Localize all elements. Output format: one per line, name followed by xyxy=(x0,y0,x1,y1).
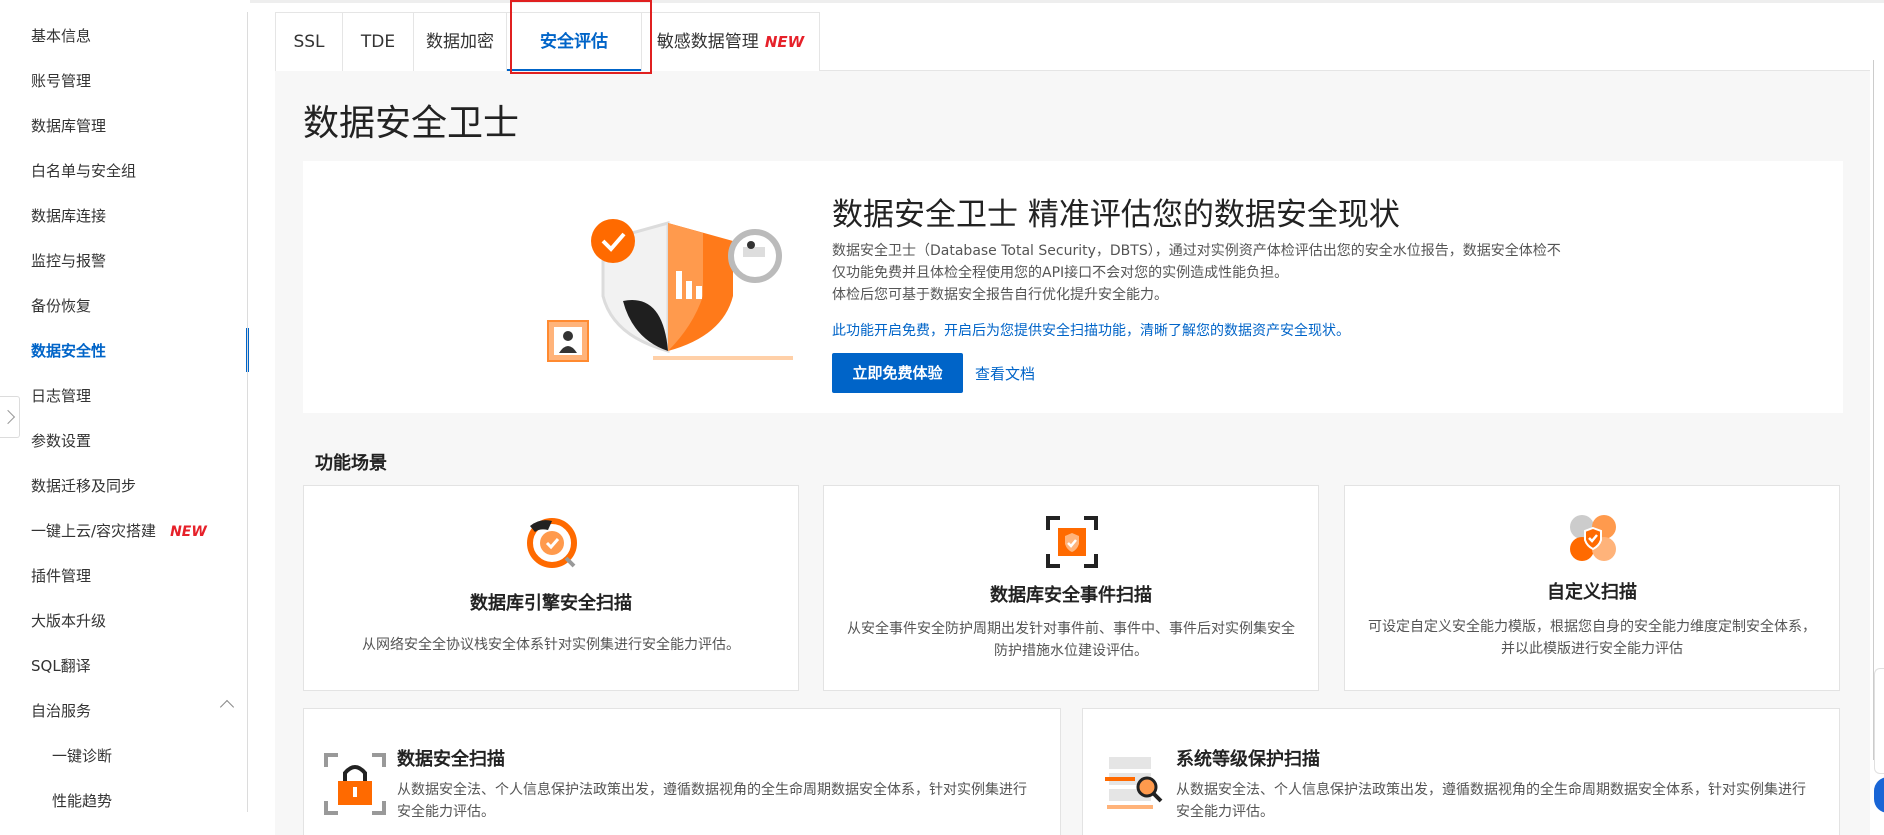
security-shield-illustration xyxy=(547,219,793,362)
tab-active-underline xyxy=(507,69,641,71)
hero-description-line: 体检后您可基于数据安全报告自行优化提升安全能力。 xyxy=(832,287,1168,303)
card-title: 数据库安全事件扫描 xyxy=(990,585,1152,606)
hero-title: 数据安全卫士 精准评估您的数据安全现状 xyxy=(832,197,1400,233)
new-badge: NEW xyxy=(764,33,805,51)
tab-security-assessment[interactable]: 安全评估 xyxy=(506,12,642,71)
card-title: 自定义扫描 xyxy=(1547,582,1637,603)
card-description: 从网络安全全协议栈安全体系针对实例集进行安全能力评估。 xyxy=(362,637,740,653)
sidebar-item-cloud-migration[interactable]: 一键上云/容灾搭建 NEW xyxy=(31,516,207,546)
tab-ssl[interactable]: SSL xyxy=(275,12,343,71)
card-description: 从安全事件安全防护周期出发针对事件前、事件中、事件后对实例集安全防护措施水位建设… xyxy=(847,621,1295,659)
floating-help-widget[interactable] xyxy=(1874,668,1884,774)
section-title: 功能场景 xyxy=(315,453,387,474)
sidebar-item-label: 一键上云/容灾搭建 xyxy=(31,522,157,540)
sidebar-item-plugins[interactable]: 插件管理 xyxy=(31,561,91,591)
tab-label: 安全评估 xyxy=(540,32,608,52)
sidebar-item-migration[interactable]: 数据迁移及同步 xyxy=(31,471,136,501)
sidebar-item-logs[interactable]: 日志管理 xyxy=(31,381,91,411)
page-title: 数据安全卫士 xyxy=(303,103,520,144)
sidebar-item-upgrade[interactable]: 大版本升级 xyxy=(31,606,106,636)
sidebar-divider xyxy=(247,12,248,812)
sidebar-item-connections[interactable]: 数据库连接 xyxy=(31,201,106,231)
sidebar-item-whitelist[interactable]: 白名单与安全组 xyxy=(31,156,136,186)
card-description: 从数据安全法、个人信息保护法政策出发，遵循数据视角的全生命周期数据安全体系，针对… xyxy=(397,782,1027,820)
chevron-up-icon[interactable] xyxy=(219,699,235,715)
floating-chat-button[interactable] xyxy=(1874,777,1884,813)
sidebar-item-performance[interactable]: 性能趋势 xyxy=(52,786,112,816)
scenario-card-level-protection[interactable]: 系统等级保护扫描 从数据安全法、个人信息保护法政策出发，遵循数据视角的全生命周期… xyxy=(1082,708,1840,835)
hero-description: 数据安全卫士（Database Total Security，DBTS），通过对… xyxy=(832,240,1612,306)
event-scan-icon xyxy=(1046,516,1098,568)
top-strip xyxy=(0,0,1884,3)
tab-encryption[interactable]: 数据加密 xyxy=(413,12,507,71)
sidebar-item-monitoring[interactable]: 监控与报警 xyxy=(31,246,106,276)
sidebar-collapse-button[interactable] xyxy=(0,396,20,438)
free-trial-button[interactable]: 立即免费体验 xyxy=(832,353,963,393)
chevron-right-icon xyxy=(0,409,16,425)
hero-description-line: 数据安全卫士（Database Total Security，DBTS），通过对… xyxy=(832,243,1561,259)
scrollbar-track[interactable] xyxy=(1873,60,1874,760)
sidebar: 基本信息 账号管理 数据库管理 白名单与安全组 数据库连接 监控与报警 备份恢复… xyxy=(0,0,250,835)
data-lock-icon xyxy=(324,753,386,815)
sidebar-item-basic-info[interactable]: 基本信息 xyxy=(31,21,91,51)
scenario-card-event-scan[interactable]: 数据库安全事件扫描 从安全事件安全防护周期出发针对事件前、事件中、事件后对实例集… xyxy=(823,485,1319,691)
hero-description-line: 仅功能免费并且体检全程使用您的API接口不会对您的实例造成性能负担。 xyxy=(832,265,1289,281)
sidebar-item-sql-translate[interactable]: SQL翻译 xyxy=(31,651,91,681)
card-title: 系统等级保护扫描 xyxy=(1176,749,1320,770)
sidebar-item-parameters[interactable]: 参数设置 xyxy=(31,426,91,456)
sidebar-item-autonomy[interactable]: 自治服务 xyxy=(31,696,91,726)
tab-tde[interactable]: TDE xyxy=(342,12,414,71)
tab-bar: SSL TDE 数据加密 安全评估 敏感数据管理 NEW xyxy=(275,12,1870,71)
sidebar-item-databases[interactable]: 数据库管理 xyxy=(31,111,106,141)
card-title: 数据安全扫描 xyxy=(397,749,505,770)
scenario-card-custom-scan[interactable]: 自定义扫描 可设定自定义安全能力模版，根据您自身的安全能力维度定制安全体系，并以… xyxy=(1344,485,1840,691)
sidebar-item-diagnosis[interactable]: 一键诊断 xyxy=(52,741,112,771)
scenario-card-engine-scan[interactable]: 数据库引擎安全扫描 从网络安全全协议栈安全体系针对实例集进行安全能力评估。 xyxy=(303,485,799,691)
view-docs-link[interactable]: 查看文档 xyxy=(975,363,1035,384)
sidebar-item-data-security[interactable]: 数据安全性 xyxy=(31,336,106,366)
sidebar-item-accounts[interactable]: 账号管理 xyxy=(31,66,91,96)
new-badge: NEW xyxy=(170,524,207,540)
level-protection-icon xyxy=(1105,757,1163,809)
custom-scan-icon xyxy=(1570,515,1616,561)
card-title: 数据库引擎安全扫描 xyxy=(470,593,632,614)
tab-sensitive-data[interactable]: 敏感数据管理 NEW xyxy=(641,12,820,71)
card-description: 从数据安全法、个人信息保护法政策出发，遵循数据视角的全生命周期数据安全体系，针对… xyxy=(1176,782,1806,820)
scenario-card-data-scan[interactable]: 数据安全扫描 从数据安全法、个人信息保护法政策出发，遵循数据视角的全生命周期数据… xyxy=(303,708,1061,835)
sidebar-item-backup[interactable]: 备份恢复 xyxy=(31,291,91,321)
engine-scan-icon xyxy=(527,518,577,568)
hero-note: 此功能开启免费，开启后为您提供安全扫描功能，清晰了解您的数据资产安全现状。 xyxy=(832,323,1350,339)
tab-label: 敏感数据管理 xyxy=(656,32,759,52)
card-description: 可设定自定义安全能力模版，根据您自身的安全能力维度定制安全体系，并以此模版进行安… xyxy=(1368,619,1816,657)
